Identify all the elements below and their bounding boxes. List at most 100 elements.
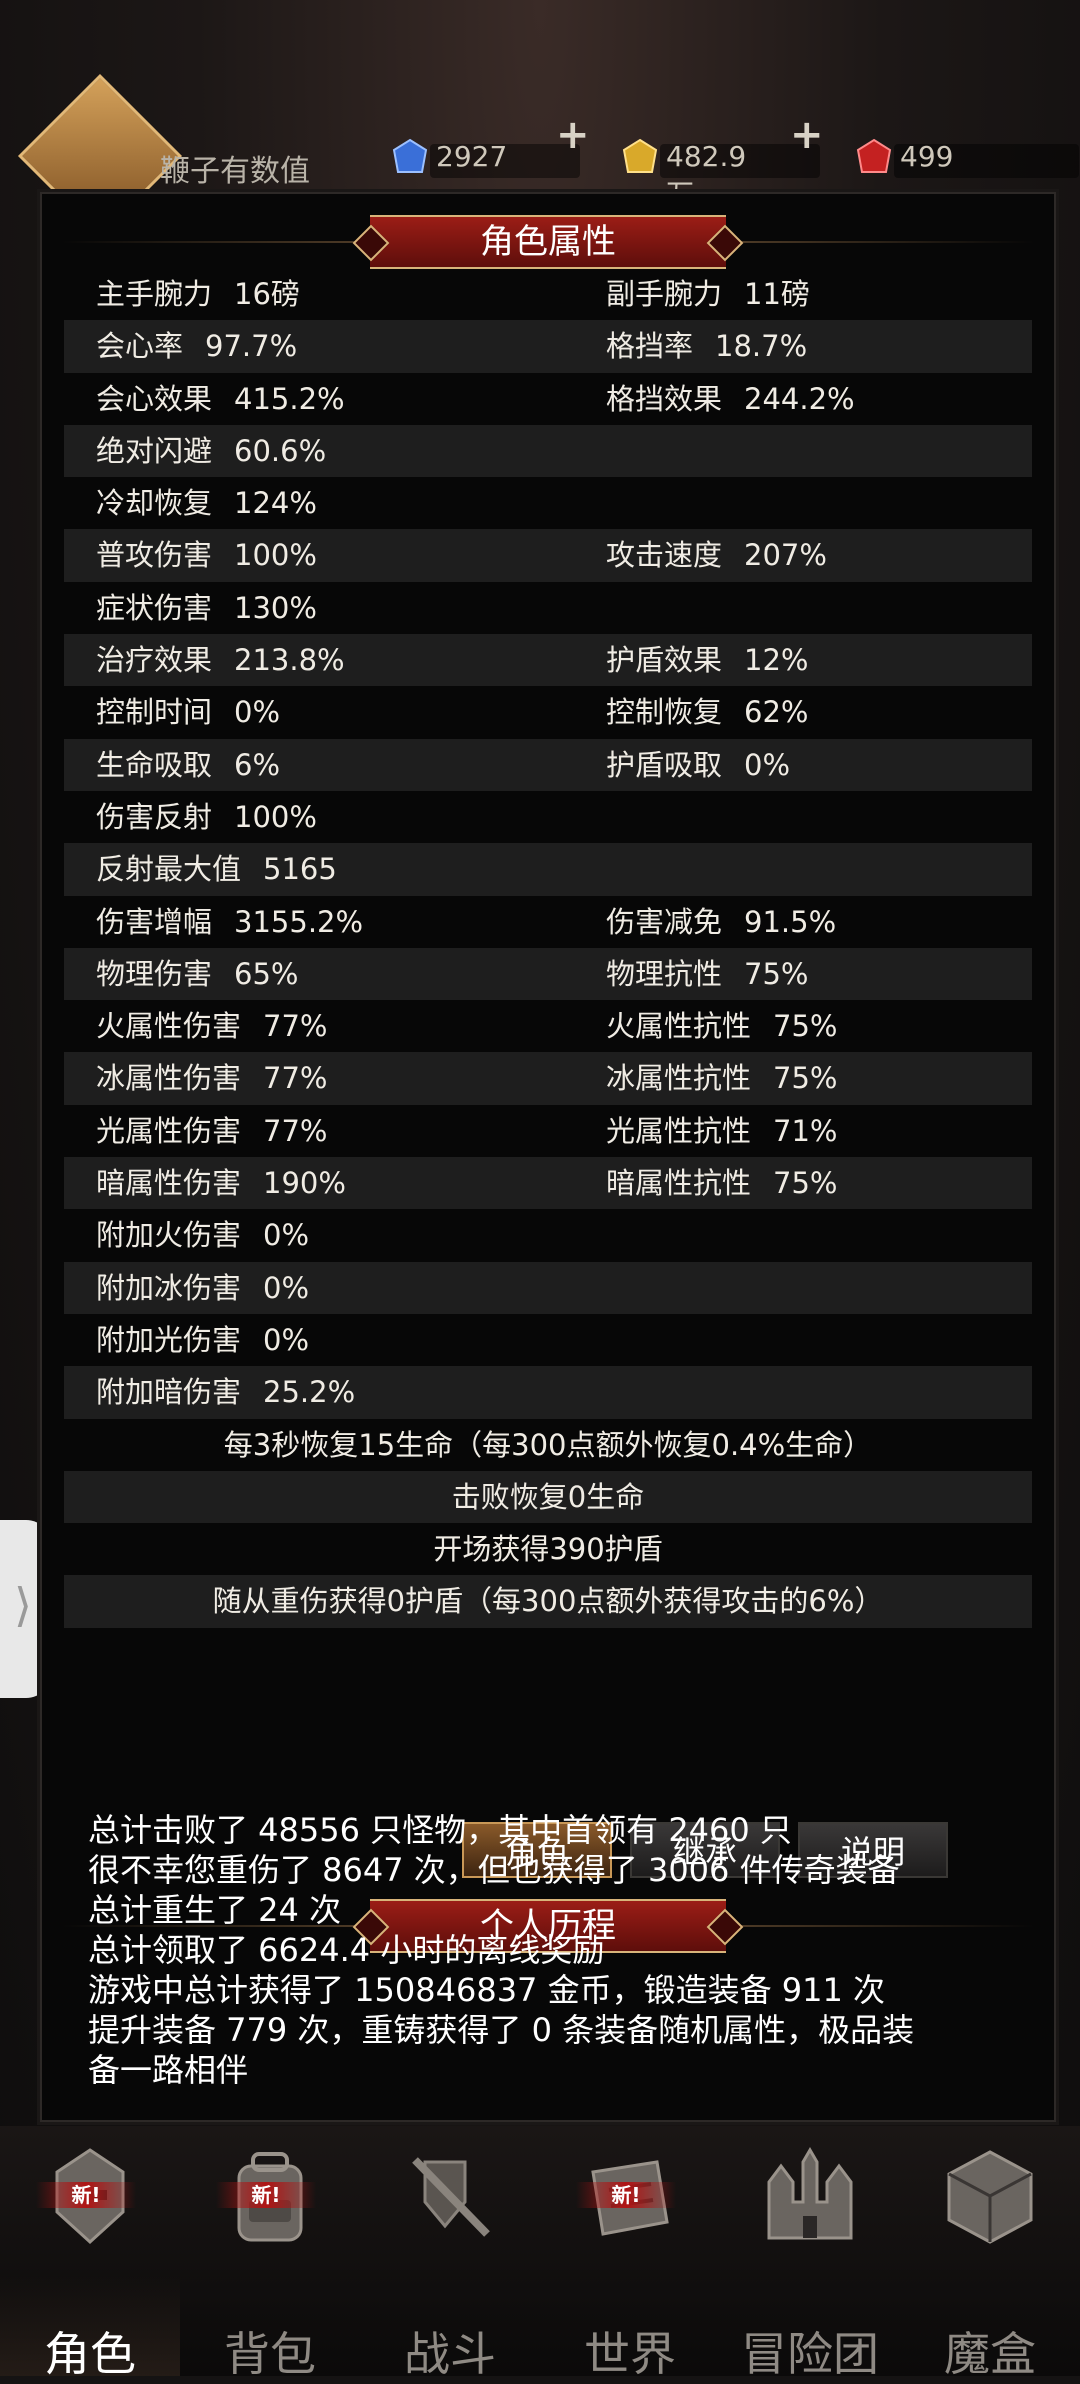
gold-gem-icon xyxy=(622,138,658,173)
attribute-cell-left: 物理伤害 65% xyxy=(96,948,298,1000)
new-badge: 新! xyxy=(216,2182,316,2208)
attribute-cell-right: 护盾效果 12% xyxy=(606,634,808,686)
attribute-label: 伤害反射 xyxy=(96,799,213,834)
nav-item-3[interactable]: 新! 世界 xyxy=(540,2126,720,2381)
nav-item-2[interactable]: 战斗 xyxy=(360,2126,540,2381)
attribute-cell-right: 暗属性抗性 75% xyxy=(606,1157,837,1209)
attribute-value: 97.7% xyxy=(205,329,298,364)
history-line: 总计击败了 48556 只怪物，其中首领有 2460 只 xyxy=(88,1811,792,1849)
attribute-row: 物理伤害 65% 物理抗性 75% xyxy=(64,947,1032,1001)
attribute-value: 190% xyxy=(263,1166,346,1201)
blue-gem-value: 2927 xyxy=(436,140,508,173)
attribute-cell-right: 光属性抗性 71% xyxy=(606,1105,837,1157)
history-text: 总计击败了 48556 只怪物，其中首领有 2460 只很不幸您重伤了 8647… xyxy=(88,1810,1008,2090)
attribute-summary-text: 开场获得390护盾 xyxy=(433,1532,663,1567)
sword-shield-icon xyxy=(395,2142,505,2252)
attribute-cell-left: 会心效果 415.2% xyxy=(96,373,345,425)
red-gem-icon xyxy=(856,138,892,173)
attribute-cell-left: 治疗效果 213.8% xyxy=(96,634,345,686)
attribute-summary-text: 每3秒恢复15生命（每300点额外恢复0.4%生命） xyxy=(223,1427,873,1462)
attribute-row: 生命吸取 6% 护盾吸取 0% xyxy=(64,738,1032,791)
attribute-value: 3155.2% xyxy=(234,904,364,939)
attribute-label: 治疗效果 xyxy=(96,643,213,678)
attribute-summary-row: 随从重伤获得0护盾（每300点额外获得攻击的6%） xyxy=(64,1575,1032,1628)
attribute-cell-right: 伤害减免 91.5% xyxy=(606,896,836,948)
attribute-label: 冰属性伤害 xyxy=(96,1061,242,1096)
attribute-row: 会心效果 415.2% 格挡效果 244.2% xyxy=(64,373,1032,425)
attribute-value: 75% xyxy=(773,1166,838,1201)
attribute-cell-left: 反射最大值 5165 xyxy=(96,843,337,895)
attribute-summary-row: 每3秒恢复15生命（每300点额外恢复0.4%生命） xyxy=(64,1419,1032,1471)
magic-cube-icon xyxy=(935,2142,1045,2252)
attribute-value: 5165 xyxy=(263,852,337,887)
attribute-label: 副手腕力 xyxy=(606,277,723,311)
nav-label: 冒险团 xyxy=(741,2327,879,2381)
attribute-cell-left: 火属性伤害 77% xyxy=(96,1000,327,1052)
attribute-label: 控制恢复 xyxy=(606,695,723,730)
nav-label: 战斗 xyxy=(404,2327,496,2381)
attribute-cell-left: 生命吸取 6% xyxy=(96,739,280,791)
nav-item-5[interactable]: 魔盒 xyxy=(900,2126,1080,2381)
attribute-cell-right: 攻击速度 207% xyxy=(606,529,827,581)
attribute-value: 62% xyxy=(744,695,809,730)
attribute-label: 光属性伤害 xyxy=(96,1113,242,1148)
attribute-label: 附加火伤害 xyxy=(96,1218,242,1253)
attribute-label: 护盾效果 xyxy=(606,643,723,678)
nav-item-1[interactable]: 新! 背包 xyxy=(180,2126,360,2381)
attribute-label: 火属性伤害 xyxy=(96,1009,242,1044)
attribute-label: 普攻伤害 xyxy=(96,538,213,573)
attribute-cell-left: 伤害增幅 3155.2% xyxy=(96,896,363,948)
attribute-row: 火属性伤害 77% 火属性抗性 75% xyxy=(64,1000,1032,1052)
attribute-cell-left: 普攻伤害 100% xyxy=(96,529,317,581)
attribute-cell-right: 控制恢复 62% xyxy=(606,686,808,738)
attribute-value: 65% xyxy=(234,956,299,991)
attribute-cell-left: 会心率 97.7% xyxy=(96,320,297,372)
attribute-value: 71% xyxy=(773,1113,838,1148)
attribute-row: 控制时间 0% 控制恢复 62% xyxy=(64,686,1032,738)
attribute-cell-left: 冷却恢复 124% xyxy=(96,477,317,529)
attribute-cell-left: 冰属性伤害 77% xyxy=(96,1052,327,1104)
attribute-value: 244.2% xyxy=(744,381,855,416)
attribute-value: 25.2% xyxy=(263,1375,356,1410)
attribute-value: 91.5% xyxy=(744,904,837,939)
attribute-cell-right: 火属性抗性 75% xyxy=(606,1000,837,1052)
attribute-cell-left: 光属性伤害 77% xyxy=(96,1105,327,1157)
player-name: 鞭子有数值 xyxy=(160,154,310,189)
attribute-label: 物理抗性 xyxy=(606,956,723,991)
attribute-label: 附加光伤害 xyxy=(96,1322,242,1357)
attribute-cell-right: 格挡率 18.7% xyxy=(606,320,807,372)
attribute-label: 反射最大值 xyxy=(96,852,242,887)
red-gem-value: 499 xyxy=(900,140,954,173)
attribute-value: 100% xyxy=(234,799,317,834)
attribute-label: 攻击速度 xyxy=(606,538,723,573)
blue-gem-icon xyxy=(392,138,428,173)
history-line: 游戏中总计获得了 150846837 金币，锻造装备 911 次 xyxy=(88,1971,886,2009)
attribute-label: 暗属性伤害 xyxy=(96,1166,242,1201)
history-line: 提升装备 779 次，重铸获得了 0 条装备随机属性，极品装 xyxy=(88,2011,915,2049)
attribute-row: 冰属性伤害 77% 冰属性抗性 75% xyxy=(64,1052,1032,1105)
attribute-row: 会心率 97.7% 格挡率 18.7% xyxy=(64,320,1032,373)
attribute-value: 18.7% xyxy=(715,329,808,364)
attribute-label: 暗属性抗性 xyxy=(606,1166,752,1201)
attribute-cell-left: 控制时间 0% xyxy=(96,686,280,738)
chevron-right-icon: ⟩ xyxy=(14,1578,32,1632)
attribute-row: 伤害反射 100% xyxy=(64,791,1032,843)
attribute-value: 6% xyxy=(234,747,281,782)
attribute-value: 0% xyxy=(234,695,281,730)
attribute-value: 100% xyxy=(234,538,317,573)
attribute-label: 会心率 xyxy=(96,329,184,364)
attribute-value: 16磅 xyxy=(234,277,300,311)
attribute-label: 主手腕力 xyxy=(96,277,213,311)
attribute-value: 207% xyxy=(744,538,827,573)
nav-item-4[interactable]: 冒险团 xyxy=(720,2126,900,2381)
attribute-row: 冷却恢复 124% xyxy=(64,477,1032,529)
add-blue-gem-button[interactable]: + xyxy=(556,112,590,158)
attribute-label: 伤害增幅 xyxy=(96,904,213,939)
attribute-value: 75% xyxy=(744,956,809,991)
add-gold-gem-button[interactable]: + xyxy=(790,112,824,158)
attribute-label: 物理伤害 xyxy=(96,956,213,991)
attribute-value: 77% xyxy=(263,1061,328,1096)
attribute-summary-text: 随从重伤获得0护盾（每300点额外获得攻击的6%） xyxy=(212,1584,884,1619)
attribute-row: 治疗效果 213.8% 护盾效果 12% xyxy=(64,634,1032,687)
nav-item-0[interactable]: 新! 角色 xyxy=(0,2126,180,2381)
